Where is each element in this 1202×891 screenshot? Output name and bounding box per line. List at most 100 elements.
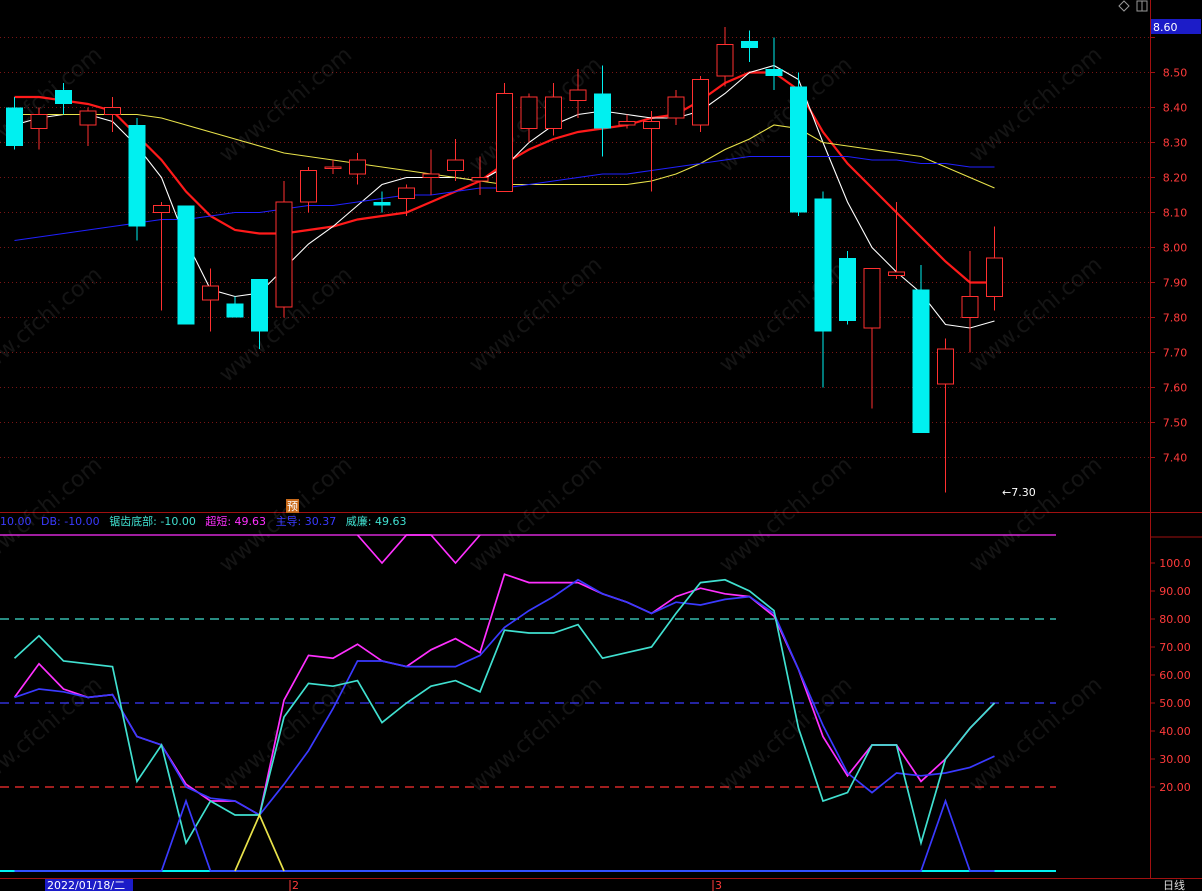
candle[interactable]	[790, 72, 807, 217]
candle-body-up	[104, 107, 121, 115]
candle[interactable]	[888, 202, 905, 279]
candle-body-down	[790, 86, 807, 213]
watermark-text: www.cfchi.com	[965, 42, 1107, 167]
candle[interactable]	[912, 265, 930, 433]
candle[interactable]	[422, 149, 440, 196]
watermarks: www.cfchi.com www.cfchi.com www.cfchi.com w…	[0, 42, 1107, 797]
header-zhudao: 主导: 30.37	[276, 515, 337, 528]
candle-body-up	[300, 170, 317, 203]
indicator-header: 10.00 DB: -10.00 锯齿底部: -10.00 超短: 49.63 …	[0, 514, 406, 528]
period-label[interactable]: 日线	[1163, 878, 1185, 891]
candle[interactable]	[447, 139, 464, 181]
price-tick-label: 7.70	[1163, 347, 1188, 360]
price-tick-label: 7.40	[1163, 452, 1188, 465]
indicator-tick-label: 20.00	[1159, 781, 1191, 794]
price-tick-label: 8.30	[1163, 137, 1188, 150]
candle-body-up	[716, 44, 734, 77]
candle[interactable]	[765, 37, 783, 91]
candle-body-up	[422, 173, 440, 178]
price-tick-label: 8.40	[1163, 102, 1188, 115]
indicator-tick-label: 70.00	[1159, 641, 1191, 654]
price-tick-label: 8.10	[1163, 207, 1188, 220]
candle-body-up	[961, 296, 979, 318]
candle[interactable]	[814, 191, 832, 388]
candle-body-down	[594, 93, 611, 129]
header-chaoduan: 超短: 49.63	[205, 514, 266, 528]
candle[interactable]	[716, 27, 734, 87]
header-weilian: 威廉: 49.63	[346, 514, 407, 528]
candle-body-up	[692, 79, 709, 126]
candle-body-up	[275, 201, 293, 308]
candle[interactable]	[349, 153, 366, 185]
indicator-tick-label: 50.00	[1159, 697, 1191, 710]
price-tick-label: 7.90	[1163, 277, 1188, 290]
candle[interactable]	[153, 202, 170, 311]
candle-body-up	[30, 114, 48, 129]
price-tick-label: 7.60	[1163, 382, 1188, 395]
indicator-tick-label: 100.0	[1159, 557, 1191, 570]
watermark-text: www.cfchi.com	[0, 262, 107, 387]
candle-body-up	[520, 96, 538, 129]
indicator-tick-label: 80.00	[1159, 613, 1191, 626]
watermark-text: www.cfchi.com	[465, 452, 607, 577]
stock-chart[interactable]: www.cfchi.com www.cfchi.com www.cfchi.com w…	[0, 0, 1202, 891]
indicator-axis-labels: 100.0 90.00 80.00 70.00 60.00 50.00 40.00 30.00…	[1150, 557, 1191, 794]
candle-body-up	[79, 110, 97, 126]
candle-body-down	[6, 107, 23, 146]
indicator-reference-lines	[0, 534, 1056, 872]
candle-body-down	[839, 258, 856, 321]
candle-body-up	[937, 348, 954, 385]
month-tick-2-label: 2	[292, 879, 299, 891]
diamond-icon[interactable]	[1118, 0, 1130, 12]
candle-body-up	[496, 93, 513, 192]
candle-body-up	[986, 257, 1003, 297]
candle-body-down	[55, 90, 72, 104]
candle[interactable]	[275, 181, 293, 318]
candle-body-down	[251, 279, 268, 332]
candle-body-up	[349, 159, 366, 175]
candle[interactable]	[986, 226, 1003, 311]
indicator-tick-label: 30.00	[1159, 753, 1191, 766]
price-tick-label: 8.00	[1163, 242, 1188, 255]
date-label: 2022/01/18/二	[47, 879, 125, 891]
watermark-text: www.cfchi.com	[715, 672, 857, 797]
candle[interactable]	[667, 90, 685, 125]
candle-body-up	[618, 121, 636, 126]
candle-body-down	[128, 125, 146, 227]
candle-body-down	[814, 198, 832, 332]
candle[interactable]	[177, 205, 195, 325]
candle-body-down	[373, 202, 391, 206]
candle-body-up	[643, 121, 660, 129]
indicator-line-5	[356, 534, 481, 565]
indicator-tick-label: 60.00	[1159, 669, 1191, 682]
candle[interactable]	[79, 107, 97, 147]
candle[interactable]	[863, 268, 881, 409]
candle[interactable]	[839, 251, 856, 325]
indicator-tick-label: 40.00	[1159, 725, 1191, 738]
month-tick-3-label: 3	[715, 879, 722, 891]
candle-body-up	[153, 205, 170, 213]
window-icon[interactable]	[1136, 0, 1148, 12]
price-badge: 8.60	[1153, 21, 1178, 34]
candle[interactable]	[226, 296, 244, 318]
watermark-text: www.cfchi.com	[965, 672, 1107, 797]
candle-body-up	[398, 187, 415, 199]
candle[interactable]	[741, 30, 758, 63]
yu-badge: 预	[287, 500, 298, 513]
indicator-line-3	[14, 798, 995, 872]
candle-body-down	[912, 289, 930, 433]
candle[interactable]	[692, 76, 709, 132]
candle[interactable]	[373, 191, 391, 213]
candle-body-up	[324, 166, 342, 169]
header-value: 10.00	[0, 515, 32, 528]
candle-body-down	[765, 69, 783, 76]
candle-body-up	[202, 285, 219, 301]
candle[interactable]	[961, 251, 979, 353]
watermark-text: www.cfchi.com	[715, 252, 857, 377]
candle[interactable]	[324, 160, 342, 174]
candle[interactable]	[128, 118, 146, 241]
watermark-text: www.cfchi.com	[715, 452, 857, 577]
candle[interactable]	[937, 338, 954, 493]
candle-body-down	[177, 205, 195, 325]
candle[interactable]	[496, 83, 513, 192]
